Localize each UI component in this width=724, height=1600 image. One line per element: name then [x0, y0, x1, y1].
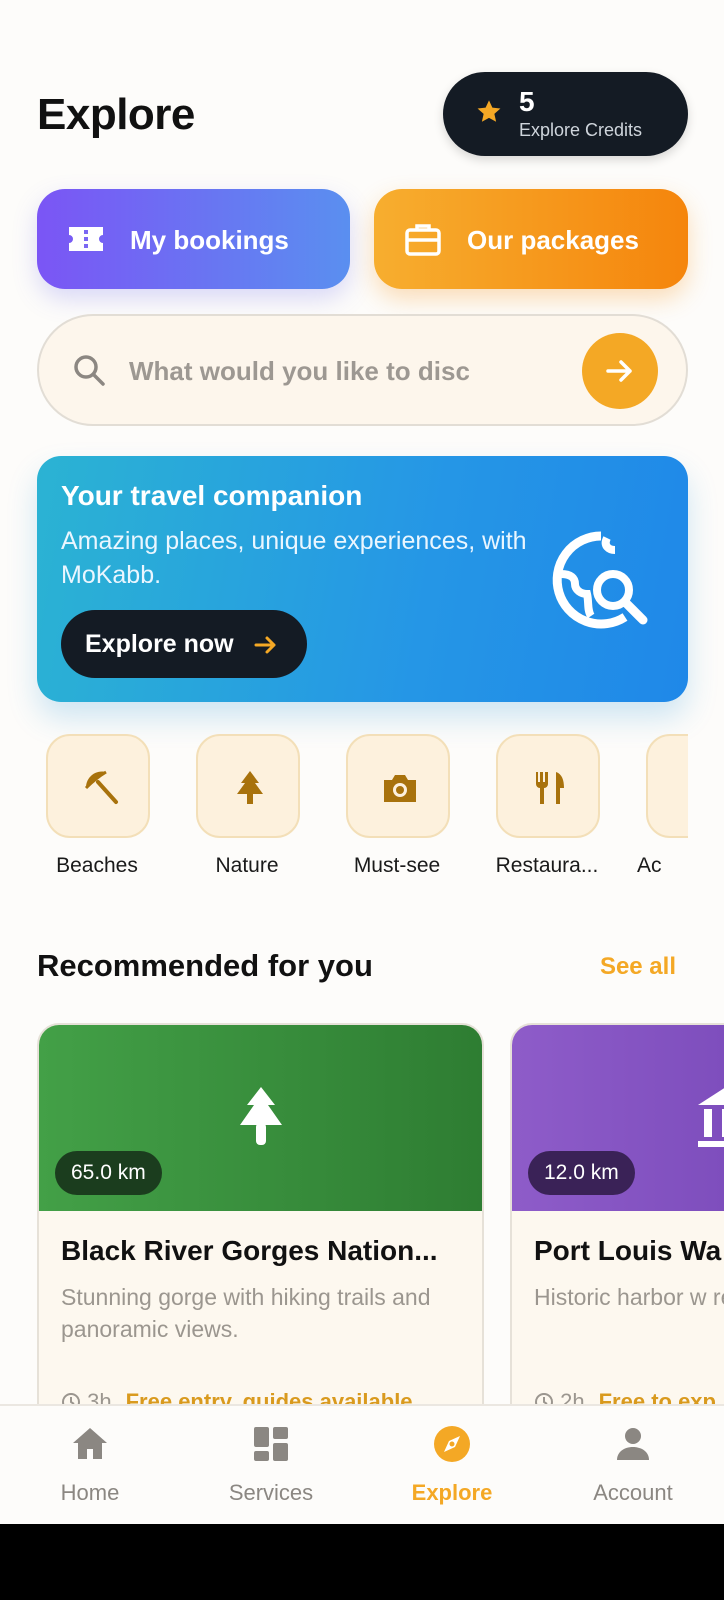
- grid-icon: [254, 1427, 288, 1461]
- travel-explore-icon: [552, 531, 648, 629]
- nav-account[interactable]: Account: [563, 1424, 703, 1506]
- card-description: Stunning gorge with hiking trails and pa…: [61, 1284, 431, 1342]
- tree-icon: [237, 771, 263, 804]
- category-label: Restaura...: [495, 854, 599, 877]
- card-title: Black River Gorges Nation...: [61, 1235, 438, 1266]
- distance-badge: 65.0 km: [55, 1151, 162, 1195]
- category-tile[interactable]: [496, 734, 600, 838]
- arrow-right-icon: [606, 360, 632, 382]
- credits-label: Explore Credits: [519, 120, 643, 140]
- umbrella-icon: [84, 770, 118, 804]
- tree-icon: [240, 1087, 282, 1145]
- briefcase-icon: [405, 224, 441, 256]
- person-icon: [617, 1428, 649, 1460]
- category-tile[interactable]: [346, 734, 450, 838]
- nav-label: Explore: [411, 1480, 493, 1505]
- restaurant-icon: [536, 772, 564, 804]
- card-title: Port Louis Wa: [534, 1235, 722, 1266]
- search-icon: [74, 355, 105, 386]
- distance-badge: 12.0 km: [528, 1151, 635, 1195]
- section-title: Recommended for you: [37, 948, 373, 983]
- nav-label: Home: [60, 1480, 120, 1505]
- category-label: Nature: [215, 854, 279, 877]
- arrow-right-icon: [254, 636, 276, 654]
- category-tile[interactable]: [46, 734, 150, 838]
- category-tile[interactable]: [646, 734, 688, 838]
- our-packages-label: Our packages: [467, 225, 639, 255]
- camera-icon: [384, 775, 416, 802]
- search-bar: [37, 314, 688, 426]
- explore-credits-badge[interactable]: 5 Explore Credits: [443, 72, 688, 156]
- see-all-link[interactable]: See all: [600, 953, 676, 981]
- star-icon: [477, 100, 501, 122]
- explore-now-label: Explore now: [85, 630, 234, 658]
- nav-label: Account: [593, 1480, 673, 1505]
- header: Explore 5 Explore Credits: [37, 70, 688, 156]
- card-image: 65.0 km: [39, 1025, 482, 1211]
- category-tile[interactable]: [196, 734, 300, 838]
- category-label: Ac: [637, 854, 662, 877]
- museum-icon: [698, 1088, 724, 1147]
- category-label: Beaches: [56, 854, 138, 877]
- system-navigation-bar: [0, 1524, 724, 1600]
- search-input[interactable]: [129, 346, 469, 396]
- nav-services[interactable]: Services: [201, 1424, 341, 1506]
- nav-home[interactable]: Home: [20, 1424, 160, 1506]
- search-submit-button[interactable]: [582, 333, 658, 409]
- compass-icon: [434, 1426, 470, 1462]
- category-list: Beaches Nature Must-see Restaura... Ac: [37, 734, 688, 884]
- banner-title: Your travel companion: [61, 480, 363, 511]
- explore-now-button[interactable]: Explore now: [61, 610, 307, 678]
- recommendation-card[interactable]: 12.0 km Port Louis Wa Historic harbor w …: [510, 1023, 724, 1443]
- bottom-navigation: Home Services Explore Account: [0, 1404, 724, 1524]
- page-title: Explore: [37, 90, 195, 139]
- nav-label: Services: [228, 1480, 314, 1505]
- banner-subtitle: Amazing places, unique experiences, with…: [61, 527, 527, 589]
- card-image: 12.0 km: [512, 1025, 724, 1211]
- travel-companion-banner: Your travel companion Amazing places, un…: [37, 456, 688, 702]
- card-description: Historic harbor w restaurants, and: [534, 1284, 724, 1310]
- my-bookings-label: My bookings: [130, 225, 289, 255]
- credits-count: 5: [519, 86, 535, 117]
- nav-explore[interactable]: Explore: [382, 1424, 522, 1506]
- category-label: Must-see: [353, 854, 441, 877]
- ticket-icon: [69, 227, 103, 251]
- recommendation-card[interactable]: 65.0 km Black River Gorges Nation... Stu…: [37, 1023, 484, 1443]
- our-packages-button[interactable]: Our packages: [374, 189, 688, 289]
- home-icon: [73, 1428, 107, 1459]
- explore-screen: Explore 5 Explore Credits My bookings Ou…: [0, 0, 724, 1524]
- my-bookings-button[interactable]: My bookings: [37, 189, 350, 289]
